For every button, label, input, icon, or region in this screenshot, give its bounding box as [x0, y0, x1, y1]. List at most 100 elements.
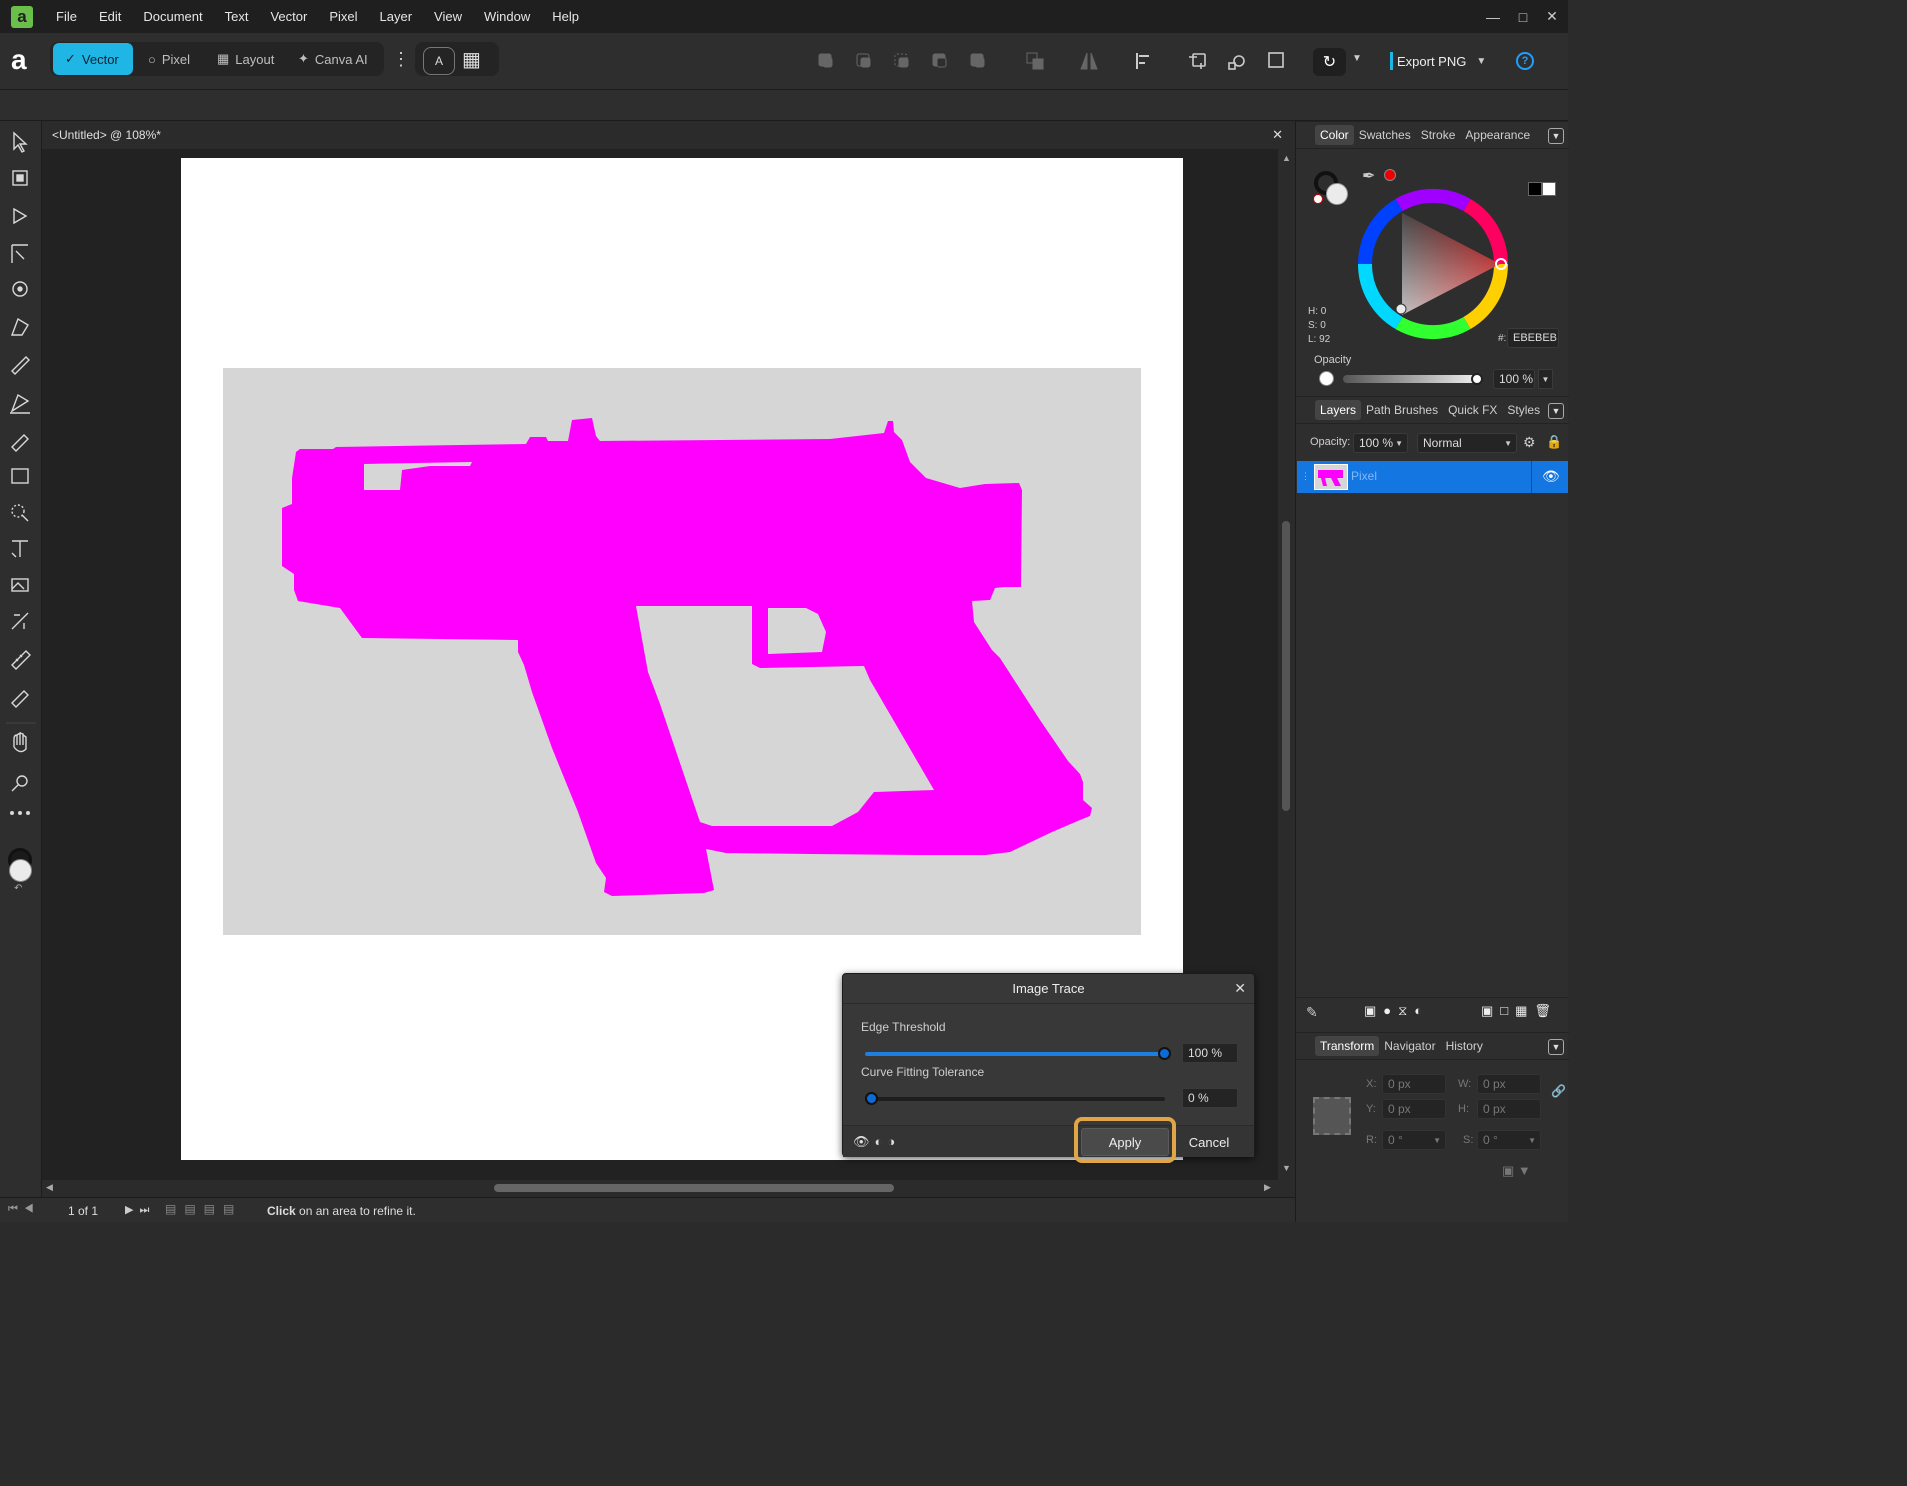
edge-threshold-input[interactable]: 100 % — [1182, 1043, 1238, 1063]
y-input[interactable]: 0 px — [1382, 1099, 1446, 1119]
black-swatch[interactable] — [1528, 182, 1542, 196]
traced-pistol-shape[interactable] — [223, 368, 1141, 935]
page-tools-icons[interactable]: ▤▤▤▤ — [165, 1202, 242, 1216]
layers-panel-collapse-icon[interactable]: ▼ — [1548, 403, 1564, 419]
scroll-right-icon[interactable]: ▶ — [1264, 1182, 1271, 1193]
menu-file[interactable]: File — [45, 9, 88, 24]
tab-appearance[interactable]: Appearance — [1460, 125, 1535, 145]
vertical-scrollbar[interactable]: ▲ ▼ — [1278, 149, 1295, 1180]
menu-window[interactable]: Window — [473, 9, 541, 24]
curve-fitting-input[interactable]: 0 % — [1182, 1088, 1238, 1108]
menu-text[interactable]: Text — [214, 9, 260, 24]
layer-actions-icons[interactable]: ▣□▦🗑 — [1481, 1003, 1558, 1019]
eyedropper-icon[interactable]: ✒ — [1362, 166, 1375, 186]
fill-swatch[interactable] — [1326, 183, 1348, 205]
horizontal-scrollbar[interactable]: ◀ ▶ — [42, 1180, 1278, 1196]
blend-mode-select[interactable]: Normal ▼ — [1417, 433, 1517, 453]
color-opacity-dropdown-icon[interactable]: ▼ — [1538, 369, 1553, 389]
curve-fitting-knob[interactable] — [865, 1092, 878, 1105]
tab-path-brushes[interactable]: Path Brushes — [1361, 400, 1443, 420]
x-input[interactable]: 0 px — [1382, 1074, 1446, 1094]
menu-edit[interactable]: Edit — [88, 9, 132, 24]
menu-vector[interactable]: Vector — [259, 9, 318, 24]
close-document-icon[interactable]: ✕ — [1272, 127, 1283, 143]
vertical-scroll-thumb[interactable] — [1282, 521, 1290, 811]
transform-options-icon[interactable]: ▣ ▼ — [1502, 1163, 1531, 1179]
document-tab[interactable]: <Untitled> @ 108%* ✕ — [42, 121, 1295, 149]
assistant-icon[interactable]: A — [423, 47, 455, 75]
tab-navigator[interactable]: Navigator — [1379, 1036, 1440, 1056]
tab-styles[interactable]: Styles — [1502, 400, 1545, 420]
apply-button[interactable]: Apply — [1081, 1128, 1169, 1156]
menu-view[interactable]: View — [423, 9, 473, 24]
edge-threshold-knob[interactable] — [1158, 1047, 1171, 1060]
first-page-icon[interactable]: ⏮◀ — [8, 1203, 40, 1216]
horizontal-scroll-thumb[interactable] — [494, 1184, 894, 1192]
scroll-down-icon[interactable]: ▼ — [1282, 1163, 1291, 1173]
menu-help[interactable]: Help — [541, 9, 590, 24]
document-title: <Untitled> @ 108%* — [52, 128, 161, 142]
snapping-icon[interactable]: ↻ — [1313, 48, 1346, 76]
anchor-selector[interactable] — [1313, 1097, 1351, 1135]
color-opacity-slider[interactable] — [1343, 375, 1477, 383]
link-aspect-icon[interactable]: 🔗 — [1551, 1084, 1566, 1098]
status-hint-bold: Click — [267, 1204, 296, 1218]
persona-layout-button[interactable]: ▦ Layout — [205, 43, 286, 75]
swap-colors-icon[interactable]: ↶ — [14, 883, 22, 894]
snapping-dropdown-icon[interactable]: ▼ — [1352, 53, 1362, 64]
scroll-up-icon[interactable]: ▲ — [1282, 153, 1291, 163]
chevron-down-icon: ▼ — [1504, 438, 1512, 448]
persona-vector-label: Vector — [81, 51, 119, 67]
grid-icon[interactable]: ▦ — [462, 49, 481, 71]
curve-fitting-slider[interactable] — [865, 1092, 1165, 1105]
next-page-icon[interactable]: ▶⏭ — [125, 1203, 155, 1217]
rotation-input[interactable]: 0 ° ▼ — [1382, 1130, 1446, 1150]
minimize-icon[interactable]: — — [1476, 0, 1510, 33]
scroll-left-icon[interactable]: ◀ — [46, 1182, 53, 1193]
fill-color-swatch[interactable] — [9, 859, 32, 882]
edit-layer-icon[interactable]: ✎ — [1306, 1004, 1318, 1021]
menu-pixel[interactable]: Pixel — [318, 9, 368, 24]
chevron-down-icon: ▼ — [1476, 55, 1487, 67]
lock-icon[interactable]: 🔒 — [1546, 434, 1562, 450]
edge-threshold-slider[interactable] — [865, 1047, 1171, 1060]
layer-visibility-eye-icon[interactable]: 👁 — [1542, 468, 1560, 485]
color-wheel[interactable] — [1356, 187, 1510, 341]
persona-canva-ai-button[interactable]: ✦ Canva AI — [286, 43, 380, 75]
h-input[interactable]: 0 px — [1477, 1099, 1541, 1119]
persona-vector-button[interactable]: ✓ Vector — [53, 43, 133, 75]
persona-pixel-button[interactable]: ○ Pixel — [136, 43, 202, 75]
color-opacity-input[interactable]: 100 % — [1493, 369, 1535, 389]
persona-pixel-label: Pixel — [161, 51, 191, 67]
tab-swatches[interactable]: Swatches — [1354, 125, 1416, 145]
color-panel-collapse-icon[interactable]: ▼ — [1548, 128, 1564, 144]
more-options-icon[interactable]: ⋮ — [392, 49, 410, 69]
w-input[interactable]: 0 px — [1477, 1074, 1541, 1094]
menu-document[interactable]: Document — [132, 9, 213, 24]
export-png-button[interactable]: Export PNG ▼ — [1390, 46, 1486, 76]
tab-color[interactable]: Color — [1315, 125, 1354, 145]
layer-settings-gear-icon[interactable]: ⚙ — [1523, 434, 1536, 451]
layer-opacity-input[interactable]: 100 % ▼ — [1353, 433, 1408, 453]
cancel-button[interactable]: Cancel — [1179, 1128, 1239, 1156]
layer-row[interactable]: ⋮⋮ Pixel 👁 — [1297, 461, 1568, 493]
tab-transform[interactable]: Transform — [1315, 1036, 1380, 1056]
help-icon[interactable]: ? — [1516, 52, 1534, 70]
tab-history[interactable]: History — [1441, 1036, 1488, 1056]
white-swatch[interactable] — [1542, 182, 1556, 196]
no-color-icon[interactable] — [1313, 194, 1323, 204]
close-window-icon[interactable]: ✕ — [1535, 0, 1569, 33]
transform-panel-collapse-icon[interactable]: ▼ — [1548, 1039, 1564, 1055]
dialog-close-icon[interactable]: ✕ — [1234, 980, 1246, 997]
tab-layers[interactable]: Layers — [1315, 400, 1362, 420]
hex-input[interactable]: EBEBEB — [1507, 328, 1559, 348]
tab-stroke[interactable]: Stroke — [1416, 125, 1461, 145]
menu-layer[interactable]: Layer — [369, 9, 424, 24]
chevron-down-icon: ▼ — [1395, 438, 1403, 448]
layer-effects-icons[interactable]: ▣●⧖◐ — [1364, 1003, 1429, 1019]
shear-input[interactable]: 0 ° ▼ — [1477, 1130, 1541, 1150]
preview-mode-icons[interactable]: 👁◐◑ — [853, 1134, 900, 1150]
color-opacity-knob[interactable] — [1471, 373, 1483, 385]
dialog-title: Image Trace — [843, 974, 1254, 1004]
tab-quick-fx[interactable]: Quick FX — [1443, 400, 1502, 420]
